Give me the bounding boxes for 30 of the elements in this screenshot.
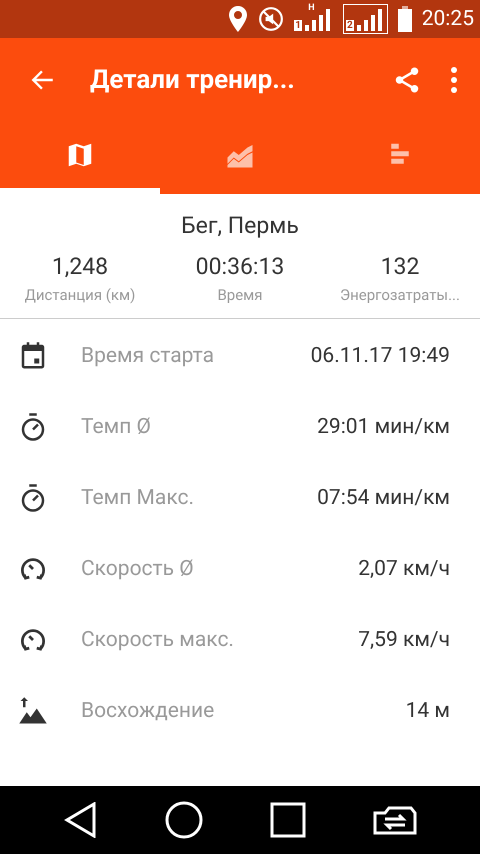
detail-label: Скорость Ø — [81, 556, 195, 580]
network-type-label: H — [308, 4, 315, 13]
battery-icon — [398, 6, 412, 32]
stat-label: Время — [217, 286, 263, 304]
sim-label: 1 — [294, 20, 302, 31]
detail-value: 29:01 мин/км — [317, 414, 450, 438]
detail-label: Восхождение — [81, 698, 216, 722]
detail-value: 2,07 км/ч — [358, 556, 450, 580]
screen-title: Детали тренир... — [90, 65, 296, 95]
stat-value: 132 — [380, 253, 420, 280]
detail-value: 07:54 мин/км — [317, 486, 450, 510]
clock-time: 20:25 — [422, 7, 474, 31]
detail-label: Скорость макс. — [81, 628, 235, 652]
sim-label: 2 — [346, 20, 354, 31]
stat-label: Дистанция (км) — [24, 286, 136, 304]
detail-value: 14 м — [406, 698, 450, 722]
detail-value: 06.11.17 19:49 — [310, 344, 450, 368]
signal-icon — [354, 7, 385, 31]
detail-label: Темп Макс. — [81, 486, 196, 510]
more-options-icon — [450, 66, 458, 94]
activity-title: Бег, Пермь — [180, 212, 300, 239]
detail-label: Темп Ø — [81, 414, 152, 438]
detail-label: Время старта — [81, 344, 216, 368]
ascent-icon — [17, 696, 49, 726]
stat-value: 00:36:13 — [196, 253, 284, 280]
stat-label: Энергозатраты... — [340, 286, 460, 304]
location-pin-icon — [228, 6, 248, 32]
muted-icon — [258, 6, 284, 32]
detail-value: 7,59 км/ч — [358, 628, 450, 652]
stat-value: 1,248 — [52, 253, 108, 280]
